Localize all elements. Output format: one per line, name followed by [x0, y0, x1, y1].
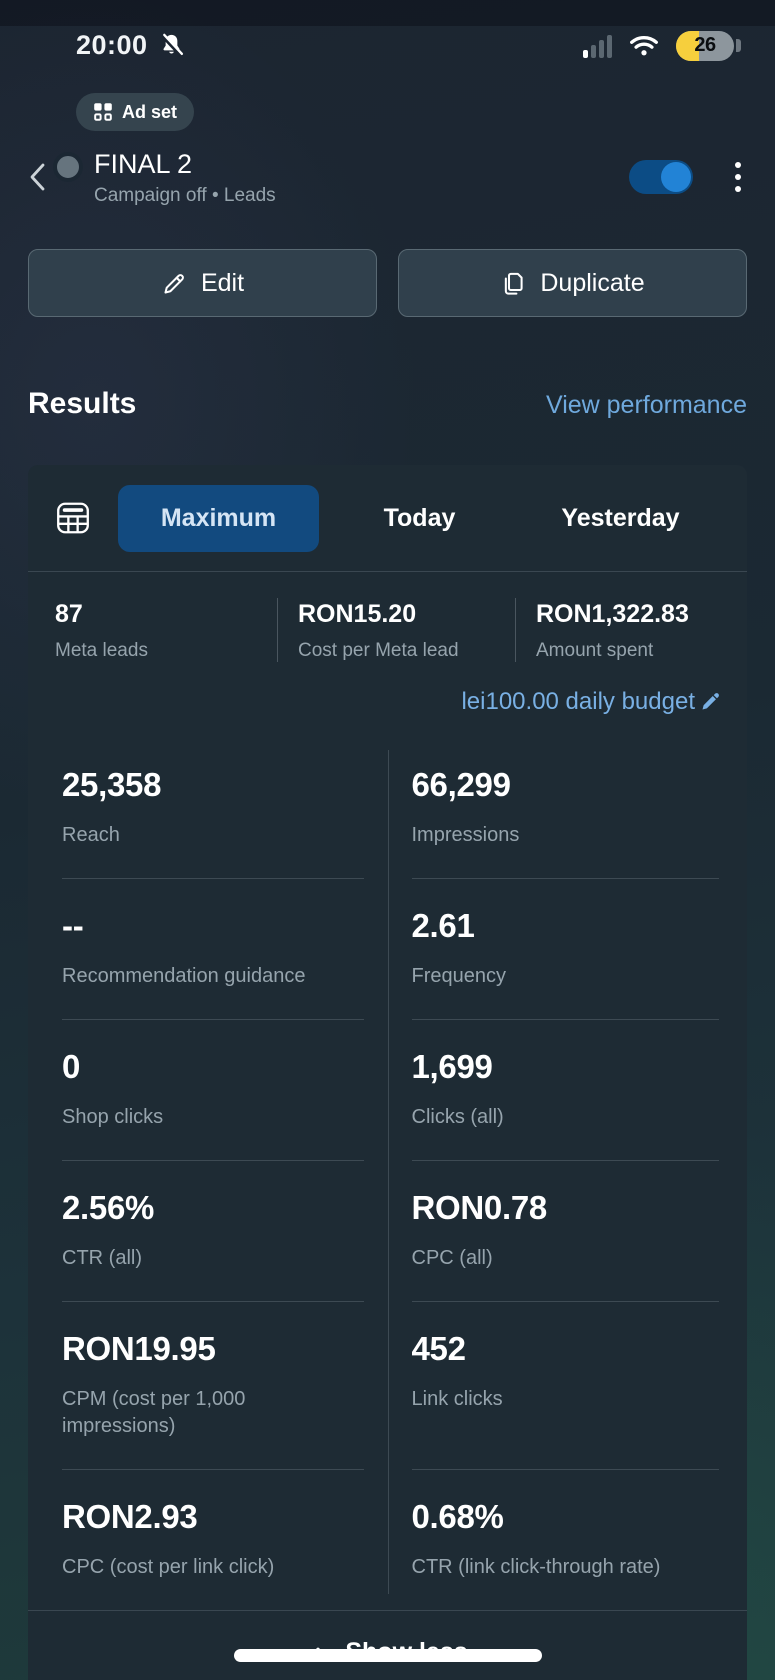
- metric-value: 25,358: [62, 765, 364, 805]
- delivery-status-dot: [53, 152, 83, 182]
- metric-value: 0.68%: [412, 1497, 720, 1537]
- metric-value: 2.61: [412, 906, 720, 946]
- metric-value: 0: [62, 1047, 364, 1087]
- clock: 20:00: [76, 30, 148, 61]
- metric-value: RON2.93: [62, 1497, 364, 1537]
- battery-icon: 26: [676, 31, 741, 61]
- tab-yesterday[interactable]: Yesterday: [520, 485, 721, 552]
- metric-label: CTR (all): [62, 1245, 362, 1272]
- metric-value: RON19.95: [62, 1329, 364, 1369]
- muted-bell-icon: [158, 32, 185, 59]
- table-view-icon[interactable]: [54, 501, 118, 535]
- more-options-icon[interactable]: [731, 158, 745, 196]
- metric-value: 1,699: [412, 1047, 720, 1087]
- results-card: Maximum Today Yesterday 87 Meta leads RO…: [28, 465, 747, 1680]
- summary-value: RON15.20: [298, 600, 515, 629]
- metric-recommendation-guidance: -- Recommendation guidance: [62, 879, 364, 1020]
- tab-today[interactable]: Today: [319, 485, 520, 552]
- metric-reach: 25,358 Reach: [62, 738, 364, 879]
- show-less-button[interactable]: Show less: [28, 1610, 747, 1680]
- edit-button-label: Edit: [201, 269, 244, 298]
- metric-clicks-all: 1,699 Clicks (all): [412, 1020, 720, 1161]
- metric-value: 452: [412, 1329, 720, 1369]
- toggle-knob: [661, 162, 691, 192]
- metric-cpc-all: RON0.78 CPC (all): [412, 1161, 720, 1302]
- metric-impressions: 66,299 Impressions: [412, 738, 720, 879]
- metric-label: Clicks (all): [412, 1104, 712, 1131]
- adset-subtitle: Campaign off • Leads: [94, 185, 629, 207]
- metric-link-clicks: 452 Link clicks: [412, 1302, 720, 1470]
- status-bar: 20:00: [0, 0, 775, 61]
- view-performance-link[interactable]: View performance: [546, 391, 747, 420]
- metric-label: CTR (link click-through rate): [412, 1554, 712, 1581]
- entity-type-label: Ad set: [122, 102, 177, 123]
- summary-cost-per-lead: RON15.20 Cost per Meta lead: [277, 598, 515, 662]
- metrics-grid: 25,358 Reach 66,299 Impressions -- Recom…: [28, 738, 747, 1610]
- pencil-icon: [161, 270, 188, 297]
- metric-label: Shop clicks: [62, 1104, 362, 1131]
- metric-cpc-link-click: RON2.93 CPC (cost per link click): [62, 1470, 364, 1610]
- metric-label: Frequency: [412, 963, 712, 990]
- duplicate-button-label: Duplicate: [540, 269, 644, 298]
- back-chevron-icon[interactable]: [22, 162, 52, 192]
- metric-value: 2.56%: [62, 1188, 364, 1228]
- home-indicator[interactable]: [234, 1649, 542, 1662]
- metric-ctr-link: 0.68% CTR (link click-through rate): [412, 1470, 720, 1610]
- metric-value: RON0.78: [412, 1188, 720, 1228]
- summary-label: Cost per Meta lead: [298, 640, 515, 662]
- summary-value: RON1,322.83: [536, 600, 747, 629]
- duplicate-icon: [500, 270, 527, 297]
- metric-label: CPM (cost per 1,000 impressions): [62, 1386, 362, 1440]
- metric-ctr-all: 2.56% CTR (all): [62, 1161, 364, 1302]
- daily-budget-link[interactable]: lei100.00 daily budget: [28, 668, 747, 738]
- metric-label: CPC (all): [412, 1245, 712, 1272]
- metric-label: Link clicks: [412, 1386, 712, 1413]
- results-heading: Results: [28, 387, 136, 421]
- tab-maximum[interactable]: Maximum: [118, 485, 319, 552]
- summary-label: Amount spent: [536, 640, 747, 662]
- metric-shop-clicks: 0 Shop clicks: [62, 1020, 364, 1161]
- adset-title: FINAL 2: [94, 147, 629, 181]
- metric-label: Impressions: [412, 822, 712, 849]
- battery-percent: 26: [676, 31, 734, 61]
- signal-icon: [583, 34, 612, 58]
- metric-label: Reach: [62, 822, 362, 849]
- adset-grid-icon: [93, 102, 113, 122]
- summary-meta-leads: 87 Meta leads: [28, 598, 277, 662]
- summary-amount-spent: RON1,322.83 Amount spent: [515, 598, 747, 662]
- summary-value: 87: [55, 600, 277, 629]
- summary-label: Meta leads: [55, 640, 277, 662]
- ads-manager-adset-screen: 20:00: [0, 0, 775, 1680]
- metric-value: 66,299: [412, 765, 720, 805]
- edit-budget-pencil-icon: [699, 691, 721, 713]
- edit-button[interactable]: Edit: [28, 249, 377, 317]
- entity-type-badge: Ad set: [76, 93, 194, 131]
- daily-budget-text: lei100.00 daily budget: [461, 688, 695, 716]
- metric-label: CPC (cost per link click): [62, 1554, 362, 1581]
- wifi-icon: [629, 34, 659, 57]
- metric-frequency: 2.61 Frequency: [412, 879, 720, 1020]
- metric-value: --: [62, 906, 364, 946]
- summary-row: 87 Meta leads RON15.20 Cost per Meta lea…: [28, 572, 747, 668]
- duplicate-button[interactable]: Duplicate: [398, 249, 747, 317]
- metric-label: Recommendation guidance: [62, 963, 362, 990]
- date-range-tabbar: Maximum Today Yesterday: [28, 465, 747, 571]
- metric-cpm: RON19.95 CPM (cost per 1,000 impressions…: [62, 1302, 364, 1470]
- adset-active-toggle[interactable]: [629, 160, 693, 194]
